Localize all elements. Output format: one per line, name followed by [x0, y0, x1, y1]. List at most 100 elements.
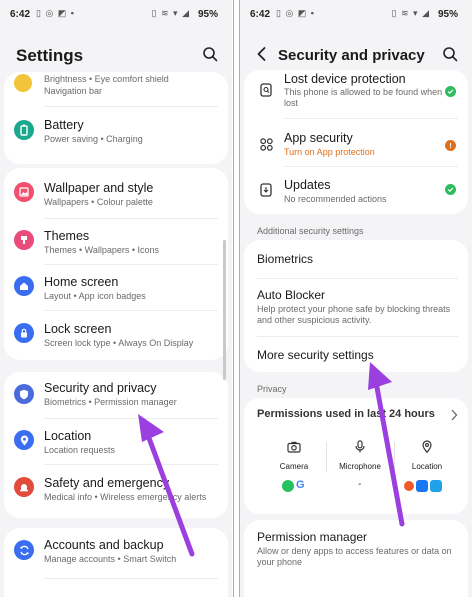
- mic-apps-none: -: [358, 479, 362, 490]
- settings-item-home-screen[interactable]: Home screen Layout • App icon badges: [4, 266, 228, 310]
- warning-status-icon: [445, 140, 456, 151]
- app-icon: [430, 480, 442, 492]
- item-label: Biometrics: [257, 252, 314, 266]
- item-label: Updates: [284, 178, 331, 192]
- settings-item-display[interactable]: Brightness • Eye comfort shield Navigati…: [4, 72, 228, 98]
- status-bar: 6:42 ▯ ◎ ◩ ▪ ▯ ≋ ▾ ◢ 95%: [240, 0, 472, 28]
- permission-types: Camera Microphone Location: [244, 440, 468, 480]
- settings-item-security-privacy[interactable]: Security and privacy Biometrics • Permis…: [4, 372, 228, 418]
- page-title: Settings: [16, 46, 84, 65]
- item-sub-warning: Turn on App protection: [284, 147, 375, 157]
- settings-card-1: Brightness • Eye comfort shield Navigati…: [4, 72, 228, 164]
- display-icon: [14, 74, 32, 92]
- screen-divider: [233, 0, 240, 597]
- auto-blocker[interactable]: Auto Blocker Help protect your phone saf…: [244, 282, 468, 332]
- settings-card-2: Wallpaper and style Wallpapers • Colour …: [4, 168, 228, 360]
- item-label: Auto Blocker: [257, 288, 326, 302]
- perm-label: Camera: [279, 462, 309, 471]
- emergency-icon: [14, 477, 34, 497]
- settings-item-accounts-backup[interactable]: Accounts and backup Manage accounts • Sm…: [4, 530, 228, 576]
- google-app-icon: G: [296, 479, 305, 491]
- notification-icons: ▯ ◎ ◩ ▪: [36, 8, 76, 18]
- perm-location[interactable]: Location: [392, 440, 462, 471]
- section-header-additional: Additional security settings: [257, 226, 364, 236]
- item-sub: Power saving • Charging: [44, 134, 143, 144]
- apps-grid-icon: [258, 136, 274, 152]
- item-sub: Manage accounts • Smart Switch: [44, 554, 177, 564]
- permission-manager-card: Permission manager Allow or deny apps to…: [244, 520, 468, 597]
- item-label: Permissions used in last 24 hours: [257, 408, 435, 420]
- app-security[interactable]: App security Turn on App protection: [244, 124, 468, 166]
- divider: [44, 418, 218, 419]
- app-icon: [404, 481, 414, 491]
- item-sub: Wallpapers • Colour palette: [44, 197, 153, 207]
- item-label: Themes: [44, 229, 90, 243]
- security-card-1: Lost device protection This phone is all…: [244, 70, 468, 214]
- update-icon: [258, 182, 274, 198]
- divider: [284, 118, 458, 119]
- system-icons: ▯ ≋ ▾ ◢: [151, 8, 190, 18]
- perm-label: Location: [411, 462, 443, 471]
- item-sub: Screen lock type • Always On Display: [44, 338, 194, 348]
- themes-icon: [14, 230, 34, 250]
- page-title: Security and privacy: [278, 47, 425, 64]
- item-sub: Navigation bar: [44, 86, 103, 96]
- divider: [44, 464, 218, 465]
- back-arrow-icon[interactable]: [254, 46, 270, 62]
- item-label: Home screen: [44, 275, 119, 289]
- item-sub: Help protect your phone safe by blocking…: [257, 304, 451, 325]
- settings-card-3: Security and privacy Biometrics • Permis…: [4, 372, 228, 518]
- notification-icons: ▯ ◎ ◩ ▪: [276, 8, 316, 18]
- security-privacy-screen: 6:42 ▯ ◎ ◩ ▪ ▯ ≋ ▾ ◢ 95% Security and pr…: [240, 0, 472, 597]
- phone-search-icon: [258, 82, 274, 98]
- chevron-right-icon: [451, 409, 458, 421]
- settings-item-location[interactable]: Location Location requests: [4, 422, 228, 466]
- battery-level: 95%: [197, 9, 218, 20]
- system-icons: ▯ ≋ ▾ ◢: [391, 8, 430, 18]
- item-sub: Biometrics • Permission manager: [44, 397, 177, 407]
- divider: [257, 278, 458, 279]
- lock-icon: [14, 323, 34, 343]
- permissions-card: Permissions used in last 24 hours Camera…: [244, 398, 468, 514]
- scrollbar[interactable]: [223, 240, 226, 380]
- perm-camera[interactable]: Camera: [259, 440, 329, 471]
- settings-item-themes[interactable]: Themes Themes • Wallpapers • Icons: [4, 220, 228, 264]
- updates[interactable]: Updates No recommended actions: [244, 170, 468, 212]
- search-icon[interactable]: [202, 46, 218, 62]
- item-label: Brightness • Eye comfort shield: [44, 74, 169, 84]
- settings-item-battery[interactable]: Battery Power saving • Charging: [4, 112, 228, 158]
- permission-apps-row: G -: [244, 479, 468, 498]
- permission-manager[interactable]: Permission manager Allow or deny apps to…: [244, 520, 468, 570]
- item-label: Security and privacy: [44, 381, 157, 395]
- item-label: Permission manager: [257, 530, 368, 544]
- lost-device-protection[interactable]: Lost device protection This phone is all…: [244, 70, 468, 114]
- biometrics[interactable]: Biometrics: [244, 240, 468, 276]
- settings-item-wallpaper[interactable]: Wallpaper and style Wallpapers • Colour …: [4, 172, 228, 216]
- check-circle-icon: [445, 184, 456, 195]
- divider: [44, 310, 218, 311]
- settings-item-lock-screen[interactable]: Lock screen Screen lock type • Always On…: [4, 313, 228, 357]
- divider: [257, 336, 458, 337]
- item-label: More security settings: [257, 348, 374, 362]
- perm-microphone[interactable]: Microphone: [325, 440, 395, 471]
- settings-item-safety-emergency[interactable]: Safety and emergency Medical info • Wire…: [4, 468, 228, 514]
- item-label: Lost device protection: [284, 72, 406, 86]
- microphone-icon: [355, 440, 365, 453]
- security-card-2: Biometrics Auto Blocker Help protect you…: [244, 240, 468, 372]
- item-sub: Medical info • Wireless emergency alerts: [44, 492, 207, 502]
- status-time: 6:42: [250, 9, 271, 20]
- perm-label: Microphone: [339, 462, 381, 471]
- location-pin-icon: [14, 430, 34, 450]
- item-sub: Allow or deny apps to access features or…: [257, 546, 452, 567]
- battery-icon: [14, 120, 34, 140]
- home-icon: [14, 276, 34, 296]
- more-security-settings[interactable]: More security settings: [244, 340, 468, 370]
- item-label: Accounts and backup: [44, 538, 164, 552]
- permissions-used-row[interactable]: Permissions used in last 24 hours: [244, 398, 468, 432]
- item-label: Lock screen: [44, 322, 112, 336]
- whatsapp-app-icon: [282, 480, 294, 492]
- wallpaper-icon: [14, 182, 34, 202]
- search-icon[interactable]: [442, 46, 458, 62]
- location-pin-icon: [422, 440, 432, 454]
- settings-screen: 6:42 ▯ ◎ ◩ ▪ ▯ ≋ ▾ ◢ 95% Settings Bright…: [0, 0, 232, 597]
